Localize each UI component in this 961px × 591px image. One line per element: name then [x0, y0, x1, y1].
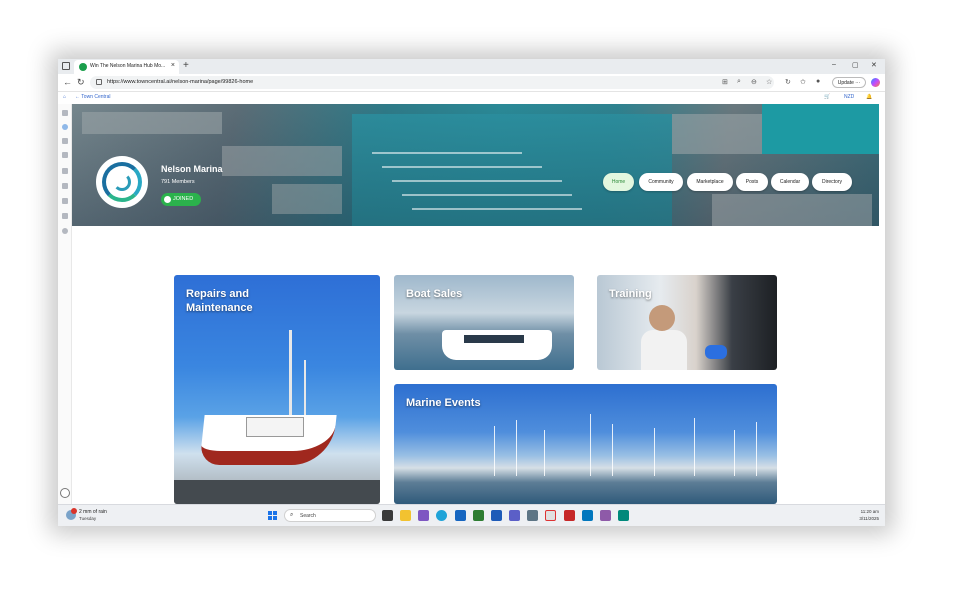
windows-taskbar: 2 mm of rain Tuesday ⌕ Search 11:20 am 3… — [58, 504, 885, 526]
member-count: 791 Members — [161, 179, 195, 185]
notification-badge — [71, 508, 77, 514]
favorites-icon[interactable]: ✩ — [800, 78, 806, 86]
tab-strip: Win The Nelson Marina Hub Mo... × + – ▢ … — [58, 59, 885, 74]
close-window-icon[interactable]: ✕ — [871, 61, 877, 69]
search-placeholder: Search — [300, 513, 316, 519]
weather-widget[interactable]: 2 mm of rain Tuesday — [66, 508, 114, 524]
card-boat-sales[interactable]: Boat Sales — [394, 275, 574, 370]
browser-tab[interactable]: Win The Nelson Marina Hub Mo... × — [74, 60, 179, 74]
currency-selector[interactable]: NZD — [844, 94, 854, 100]
card-marine-events[interactable]: Marine Events — [394, 384, 777, 504]
clock-date: 3/11/2025 — [859, 516, 879, 521]
photos-icon[interactable] — [582, 510, 593, 521]
user-profile-icon[interactable] — [60, 488, 70, 498]
browser-window: Win The Nelson Marina Hub Mo... × + – ▢ … — [58, 59, 885, 526]
edge-sidebar — [58, 104, 72, 504]
page-content: Repairs and Maintenance Boat Sales Train… — [72, 226, 879, 504]
menu-icon[interactable] — [62, 110, 68, 116]
maximize-icon[interactable]: ▢ — [852, 61, 859, 69]
check-icon — [164, 196, 171, 203]
update-button[interactable]: Update ··· — [832, 77, 866, 88]
clock-time: 11:20 am — [860, 509, 879, 514]
home-icon[interactable]: ⌂ — [63, 94, 66, 100]
windows-start-icon[interactable] — [268, 511, 277, 520]
excel-icon[interactable] — [473, 510, 484, 521]
weather-day: Tuesday — [79, 516, 97, 521]
pdf-icon[interactable] — [545, 510, 556, 521]
site-toolbar: ⌂ ← Town Central 🛒 NZD 🔔 — [58, 92, 885, 104]
group-name: Nelson Marina — [161, 164, 223, 174]
back-to-town-central-link[interactable]: ← Town Central — [75, 94, 110, 100]
refresh-icon[interactable]: ↻ — [77, 77, 85, 88]
nav-home[interactable]: Home — [603, 173, 634, 191]
tab-close-icon[interactable]: × — [171, 62, 175, 69]
minimize-icon[interactable]: – — [832, 61, 836, 68]
chevron-down-icon[interactable] — [62, 152, 68, 158]
word-icon[interactable] — [491, 510, 502, 521]
joined-label: JOINED — [173, 196, 194, 202]
card-boat-sales-label: Boat Sales — [406, 288, 463, 300]
tab-title: Win The Nelson Marina Hub Mo... — [90, 63, 166, 69]
nav-posts[interactable]: Posts — [736, 173, 768, 191]
card-repairs-label: Repairs and Maintenance — [186, 288, 253, 314]
card-marine-events-label: Marine Events — [406, 397, 481, 409]
notification-bell-icon[interactable]: 🔔 — [866, 94, 872, 100]
profile-avatar-icon[interactable]: ● — [816, 78, 820, 85]
snipping-tool-icon[interactable] — [600, 510, 611, 521]
update-label: Update — [837, 80, 854, 86]
taskbar-search[interactable]: ⌕ Search — [284, 509, 376, 522]
app-available-icon[interactable]: ⊞ — [722, 78, 728, 86]
cart-icon[interactable]: 🛒 — [824, 94, 830, 100]
url-field[interactable]: https://www.towncentral.ai/nelson-marina… — [90, 76, 774, 89]
powerpoint-icon[interactable] — [564, 510, 575, 521]
back-icon[interactable]: ← — [63, 77, 72, 87]
card-training[interactable]: Training — [597, 275, 777, 370]
settings-gear-icon[interactable] — [62, 228, 68, 234]
edge-icon[interactable] — [436, 510, 447, 521]
tracking-icon[interactable]: ⊖ — [751, 78, 757, 86]
url-text: https://www.towncentral.ai/nelson-marina… — [107, 79, 254, 85]
app-icon[interactable] — [618, 510, 629, 521]
zoom-icon[interactable]: ⌕ — [737, 78, 741, 86]
task-view-icon[interactable] — [382, 510, 393, 521]
refresh-extension-icon[interactable]: ↻ — [785, 78, 791, 86]
file-explorer-icon[interactable] — [400, 510, 411, 521]
nav-directory[interactable]: Directory — [812, 173, 852, 191]
home-sidebar-icon[interactable] — [62, 138, 68, 144]
file-icon[interactable] — [62, 213, 68, 219]
site-favicon-icon — [79, 63, 87, 71]
site-info-icon[interactable] — [96, 79, 102, 85]
search-icon: ⌕ — [290, 512, 294, 518]
card-training-label: Training — [609, 288, 652, 300]
town-icon[interactable] — [62, 124, 68, 130]
weather-summary: 2 mm of rain — [79, 509, 107, 515]
joined-button[interactable]: JOINED — [161, 193, 201, 206]
calculator-icon[interactable] — [527, 510, 538, 521]
group-banner: Nelson Marina 791 Members JOINED Home Co… — [72, 104, 879, 226]
store-icon[interactable] — [418, 510, 429, 521]
card-icon[interactable] — [62, 183, 68, 189]
outlook-icon[interactable] — [455, 510, 466, 521]
system-clock[interactable]: 11:20 am 3/11/2025 — [859, 508, 879, 522]
address-bar-row: ← ↻ https://www.towncentral.ai/nelson-ma… — [58, 74, 885, 92]
group-logo — [96, 156, 148, 208]
copilot-icon[interactable] — [871, 78, 880, 87]
document-icon[interactable] — [62, 198, 68, 204]
nav-calendar[interactable]: Calendar — [771, 173, 809, 191]
new-tab-button[interactable]: + — [183, 60, 189, 71]
nav-marketplace[interactable]: Marketplace — [687, 173, 733, 191]
tab-actions-icon[interactable] — [62, 62, 70, 70]
card-repairs-and-maintenance[interactable]: Repairs and Maintenance — [174, 275, 380, 504]
tag-icon[interactable] — [62, 168, 68, 174]
teams-icon[interactable] — [509, 510, 520, 521]
favorite-star-icon[interactable]: ☆ — [766, 78, 772, 86]
nav-community[interactable]: Community — [639, 173, 683, 191]
